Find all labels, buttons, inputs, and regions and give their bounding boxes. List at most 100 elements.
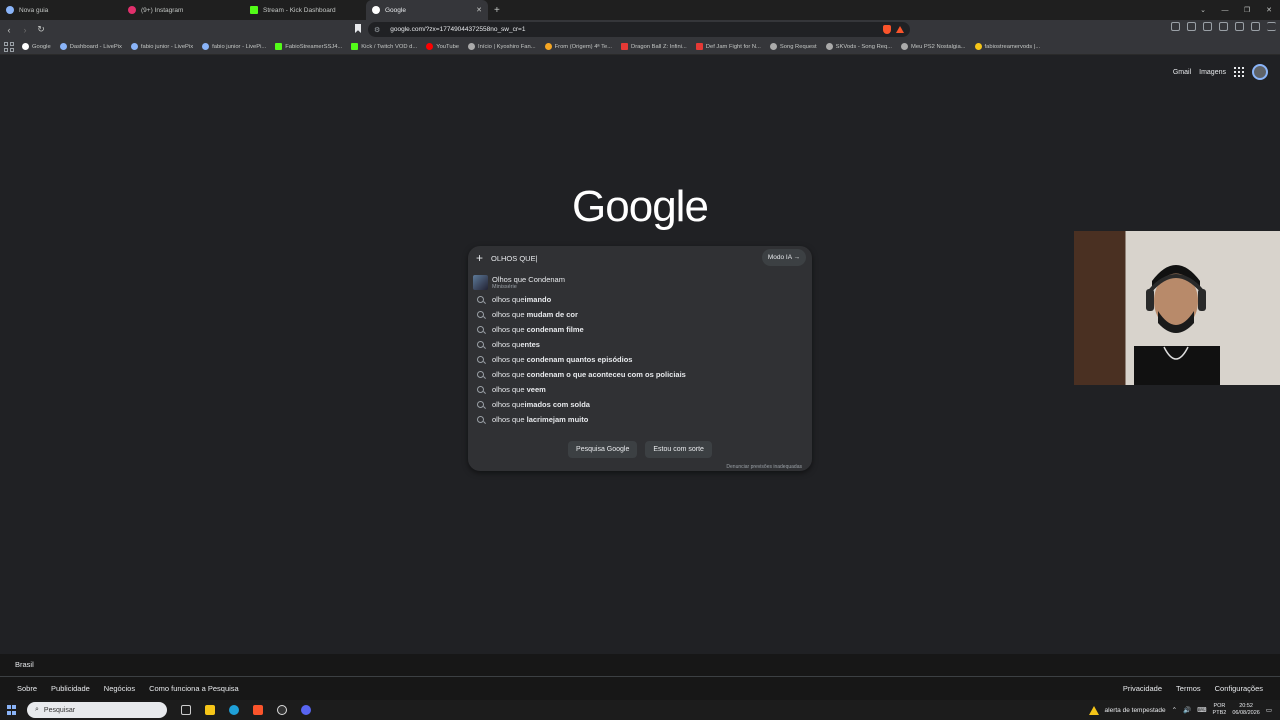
tab-label: Nova guia bbox=[19, 6, 49, 14]
reload-button[interactable]: ↻ bbox=[34, 24, 48, 35]
tab-label: Stream - Kick Dashboard bbox=[263, 6, 336, 14]
address-bar[interactable]: ⚙ google.com/?zx=17749044372558no_sw_cr=… bbox=[368, 22, 910, 37]
footer-country: Brasil bbox=[15, 660, 34, 669]
search-icon: ⌕ bbox=[35, 706, 39, 713]
extension-icon[interactable] bbox=[1171, 22, 1180, 31]
suggestion-item[interactable]: olhos que condenam filme bbox=[468, 322, 812, 337]
tab-instagram[interactable]: (9+) Instagram bbox=[122, 0, 244, 20]
footer-link-privacy[interactable]: Privacidade bbox=[1123, 684, 1162, 693]
minimize-button[interactable]: — bbox=[1214, 7, 1236, 14]
suggestion-item[interactable]: olhos que condenam quantos episódios bbox=[468, 352, 812, 367]
bookmark-item[interactable]: From (Origem) 4ª Te... bbox=[544, 43, 612, 50]
footer-link-advertising[interactable]: Publicidade bbox=[51, 684, 90, 693]
suggestion-entity[interactable]: Olhos que Condenam Minissérie bbox=[468, 272, 812, 292]
suggestion-item[interactable]: olhos que condenam o que aconteceu com o… bbox=[468, 367, 812, 382]
brave-icon[interactable] bbox=[253, 705, 263, 715]
vpn-icon[interactable] bbox=[1251, 22, 1260, 31]
footer-link-settings[interactable]: Configurações bbox=[1215, 684, 1263, 693]
windows-start-icon[interactable] bbox=[7, 705, 17, 715]
bookmark-item[interactable]: Def Jam Fight for N... bbox=[695, 43, 761, 50]
bookmark-label: Meu PS2 Nostalgia... bbox=[911, 43, 966, 50]
account-avatar[interactable] bbox=[1252, 64, 1268, 80]
suggestion-item[interactable]: olhos que imando bbox=[468, 292, 812, 307]
bookmark-item[interactable]: YouTube bbox=[426, 43, 459, 50]
bookmark-favicon-icon bbox=[621, 43, 629, 50]
bookmark-item[interactable]: fabio junior - LivePix bbox=[130, 43, 193, 50]
music-icon[interactable] bbox=[1187, 22, 1196, 31]
leo-icon[interactable] bbox=[1235, 22, 1244, 31]
apps-grid-icon[interactable] bbox=[4, 41, 14, 52]
add-icon[interactable]: + bbox=[476, 251, 490, 265]
forward-button[interactable]: › bbox=[18, 25, 32, 35]
bookmark-item[interactable]: Início | Kyoshiro Fan... bbox=[468, 43, 536, 50]
bookmark-item[interactable]: Song Request bbox=[769, 43, 817, 50]
brave-shield-icon[interactable] bbox=[883, 25, 891, 34]
bookmark-item[interactable]: Dashboard - LivePix bbox=[59, 43, 122, 50]
bookmark-favicon-icon bbox=[974, 43, 982, 50]
notification-icon[interactable]: ▭ bbox=[1266, 706, 1272, 714]
suggestion-item[interactable]: olhos que lacrimejam muito bbox=[468, 412, 812, 427]
feeling-lucky-button[interactable]: Estou com sorte bbox=[645, 441, 712, 458]
search-input[interactable]: OLHOS QUE| bbox=[491, 254, 538, 263]
discord-icon[interactable] bbox=[301, 705, 311, 715]
suggestion-plain: olhos que bbox=[492, 310, 527, 319]
bookmark-item[interactable]: FabioStreamerSSJ4... bbox=[275, 43, 342, 50]
footer-link-how-search-works[interactable]: Como funciona a Pesquisa bbox=[149, 684, 239, 693]
footer-link-terms[interactable]: Termos bbox=[1176, 684, 1201, 693]
suggestion-item[interactable]: olhos que veem bbox=[468, 382, 812, 397]
images-link[interactable]: Imagens bbox=[1199, 69, 1226, 76]
search-icon bbox=[477, 416, 484, 423]
suggestion-item[interactable]: olhos que imados com solda bbox=[468, 397, 812, 412]
tab-label: (9+) Instagram bbox=[141, 6, 184, 14]
tab-search-icon[interactable]: ⌄ bbox=[1192, 6, 1214, 14]
restore-button[interactable]: ❐ bbox=[1236, 6, 1258, 14]
tab-nova-guia[interactable]: Nova guia bbox=[0, 0, 122, 20]
search-query-row[interactable]: + OLHOS QUE| Modo IA → bbox=[468, 246, 812, 270]
bookmark-item[interactable]: Dragon Ball Z: Infini... bbox=[621, 43, 687, 50]
footer-link-business[interactable]: Negócios bbox=[104, 684, 135, 693]
report-predictions-link[interactable]: Denunciar previsões inadequadas bbox=[726, 464, 802, 470]
search-icon bbox=[477, 401, 484, 408]
chevron-up-icon[interactable]: ⌃ bbox=[1172, 706, 1177, 714]
google-apps-icon[interactable] bbox=[1234, 67, 1244, 77]
weather-alert-icon[interactable] bbox=[1088, 705, 1099, 715]
bookmark-item[interactable]: fabiostreamervods |... bbox=[974, 43, 1040, 50]
volume-icon[interactable]: 🔊 bbox=[1183, 706, 1191, 714]
bookmark-item[interactable]: Meu PS2 Nostalgia... bbox=[901, 43, 966, 50]
bookmark-label: SKVods - Song Req... bbox=[835, 43, 893, 50]
keyboard-icon[interactable]: ⌨ bbox=[1197, 706, 1206, 714]
tab-favicon-icon bbox=[6, 6, 14, 14]
back-button[interactable]: ‹ bbox=[2, 25, 16, 35]
edge-icon[interactable] bbox=[229, 705, 239, 715]
mode-ia-button[interactable]: Modo IA → bbox=[761, 249, 806, 266]
suggestion-item[interactable]: olhos que mudam de cor bbox=[468, 307, 812, 322]
wallet-icon[interactable] bbox=[1219, 22, 1228, 31]
bookmark-item[interactable]: SKVods - Song Req... bbox=[825, 43, 893, 50]
menu-icon[interactable] bbox=[1267, 22, 1276, 31]
suggestion-item[interactable]: olhos qu entes bbox=[468, 337, 812, 352]
sidebar-icon[interactable] bbox=[1203, 22, 1212, 31]
tab-google[interactable]: Google ✕ bbox=[366, 0, 488, 20]
brave-rewards-icon[interactable] bbox=[896, 26, 904, 33]
tab-kick-dashboard[interactable]: Stream - Kick Dashboard bbox=[244, 0, 366, 20]
close-tab-icon[interactable]: ✕ bbox=[476, 6, 482, 14]
taskbar-search[interactable]: ⌕ Pesquisar bbox=[27, 702, 167, 718]
close-window-button[interactable]: ✕ bbox=[1258, 6, 1280, 14]
bookmark-label: fabio junior - LivePi... bbox=[212, 43, 267, 50]
file-explorer-icon[interactable] bbox=[205, 705, 215, 715]
obs-icon[interactable] bbox=[277, 705, 287, 715]
bookmark-item[interactable]: fabio junior - LivePi... bbox=[202, 43, 266, 50]
clock[interactable]: 20:52 06/08/2026 bbox=[1232, 703, 1260, 717]
gmail-link[interactable]: Gmail bbox=[1173, 69, 1191, 76]
new-tab-button[interactable]: + bbox=[494, 5, 500, 16]
google-search-button[interactable]: Pesquisa Google bbox=[568, 441, 638, 458]
bookmark-item[interactable]: Google bbox=[22, 43, 51, 50]
suggestion-bold: mudam de cor bbox=[526, 310, 578, 319]
footer-link-about[interactable]: Sobre bbox=[17, 684, 37, 693]
task-view-icon[interactable] bbox=[181, 705, 191, 715]
site-info-icon[interactable]: ⚙ bbox=[374, 26, 380, 34]
language-indicator[interactable]: POR PTB2 bbox=[1213, 703, 1227, 717]
weather-alert-text[interactable]: alerta de tempestade bbox=[1105, 707, 1166, 714]
bookmark-item[interactable]: Kick / Twitch VOD d... bbox=[351, 43, 417, 50]
bookmark-label: Google bbox=[32, 43, 51, 50]
